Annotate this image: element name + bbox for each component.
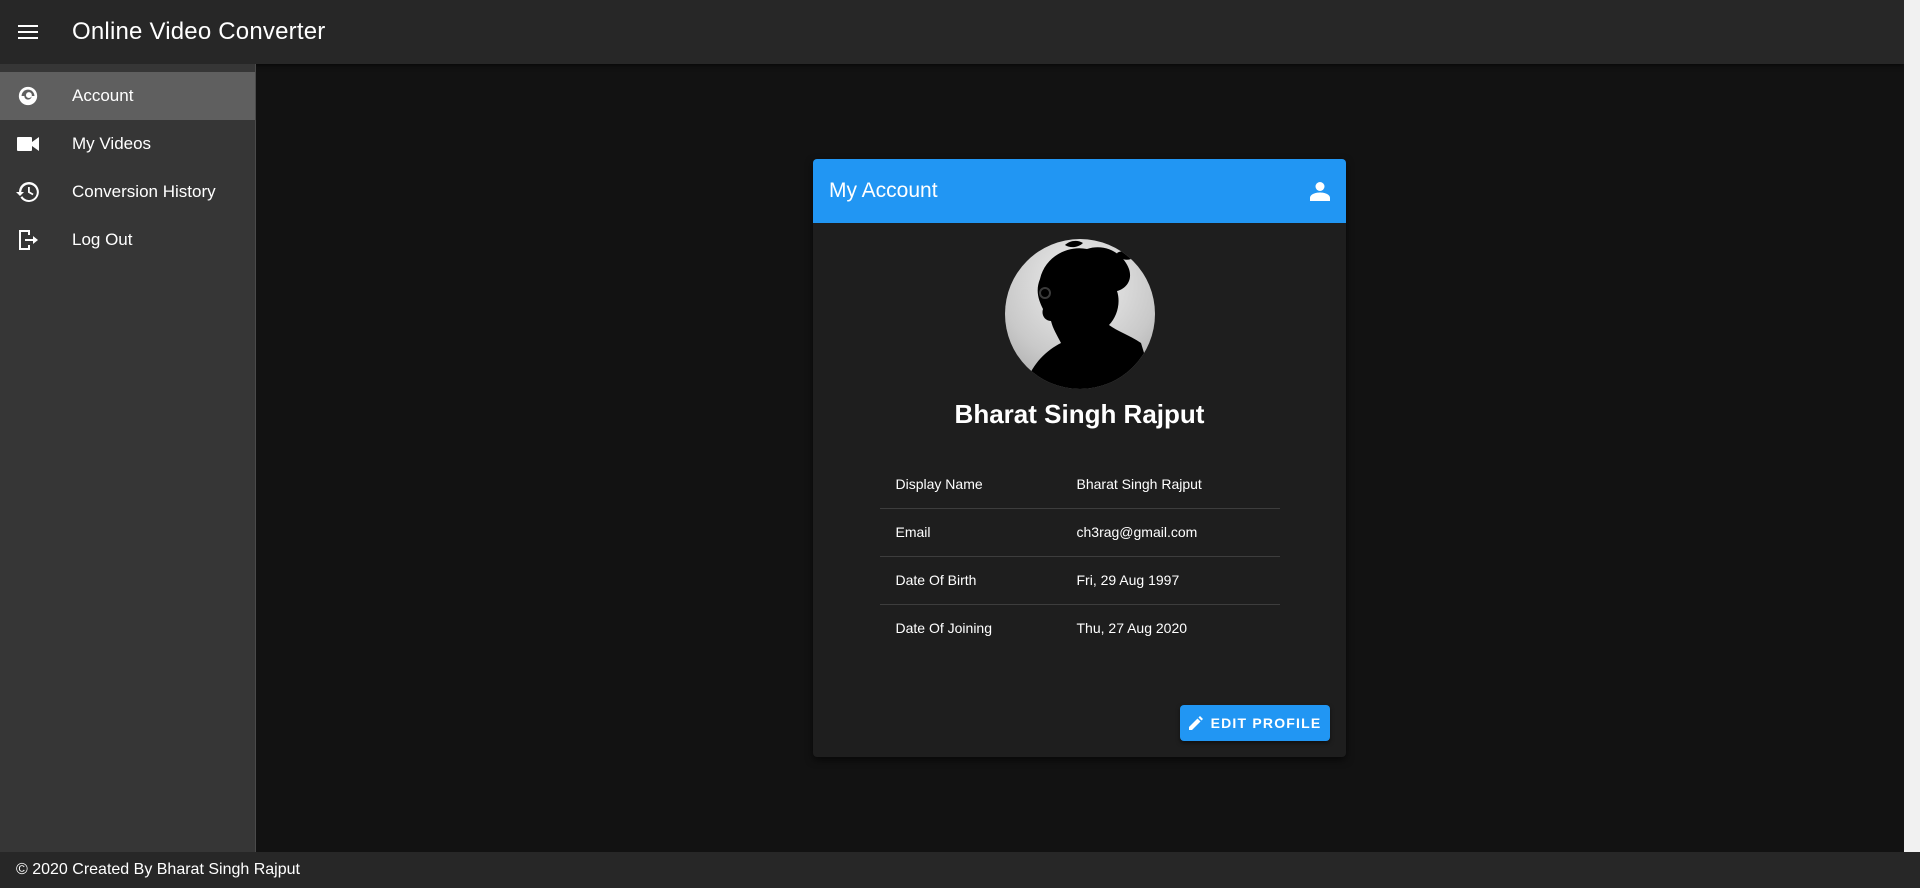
edit-profile-button[interactable]: EDIT PROFILE	[1180, 705, 1330, 741]
field-label: Date Of Birth	[879, 556, 1061, 605]
field-value: Fri, 29 Aug 1997	[1060, 556, 1280, 605]
table-row: Date Of Joining Thu, 27 Aug 2020	[880, 604, 1280, 652]
pencil-icon	[1188, 716, 1203, 730]
field-value: Bharat Singh Rajput	[1060, 460, 1280, 509]
account-icon	[18, 86, 38, 106]
hamburger-menu-icon	[18, 25, 38, 39]
sidebar-item-conversion-history[interactable]: Conversion History	[0, 168, 255, 216]
table-row: Date Of Birth Fri, 29 Aug 1997	[879, 556, 1280, 605]
field-label: Display Name	[879, 460, 1061, 509]
footer: © 2020 Created By Bharat Singh Rajput	[0, 852, 1920, 888]
page-scrollbar[interactable]	[1904, 0, 1920, 852]
sidebar-item-account[interactable]: Account	[0, 72, 255, 120]
account-info-table: Display Name Bharat Singh Rajput Email c…	[879, 460, 1280, 652]
footer-text: © 2020 Created By Bharat Singh Rajput	[16, 861, 300, 878]
logout-icon	[19, 230, 38, 250]
field-label: Date Of Joining	[895, 620, 993, 637]
table-row: Email ch3rag@gmail.com	[879, 508, 1280, 557]
sidebar-nav: Account My Videos Conversion History Log…	[0, 64, 256, 852]
field-label: Email	[879, 508, 1061, 557]
user-name-heading: Bharat Singh Rajput	[954, 399, 1205, 429]
sidebar-item-label: My Videos	[72, 134, 152, 153]
field-value: ch3rag@gmail.com	[1060, 508, 1280, 557]
sidebar-item-label: Log Out	[72, 230, 133, 249]
field-value: Thu, 27 Aug 2020	[1076, 620, 1188, 637]
table-row: Display Name Bharat Singh Rajput	[879, 460, 1280, 509]
edit-profile-label: EDIT PROFILE	[1210, 715, 1322, 731]
user-silhouette-image	[1024, 240, 1155, 389]
video-camera-icon	[17, 137, 39, 151]
person-icon	[1310, 182, 1330, 201]
card-title: My Account	[829, 179, 938, 202]
account-card: My Account Bharat Singh Rajput Display N…	[813, 159, 1346, 757]
avatar	[1004, 239, 1155, 389]
app-title: Online Video Converter	[72, 18, 326, 45]
card-header: My Account	[813, 159, 1346, 223]
sidebar-item-label: Conversion History	[72, 182, 216, 201]
sidebar-item-log-out[interactable]: Log Out	[0, 216, 255, 264]
sidebar-item-label: Account	[72, 86, 134, 105]
sidebar-item-my-videos[interactable]: My Videos	[0, 120, 255, 168]
menu-button[interactable]	[0, 0, 56, 64]
history-icon	[16, 182, 39, 202]
app-bar: Online Video Converter	[0, 0, 1904, 64]
